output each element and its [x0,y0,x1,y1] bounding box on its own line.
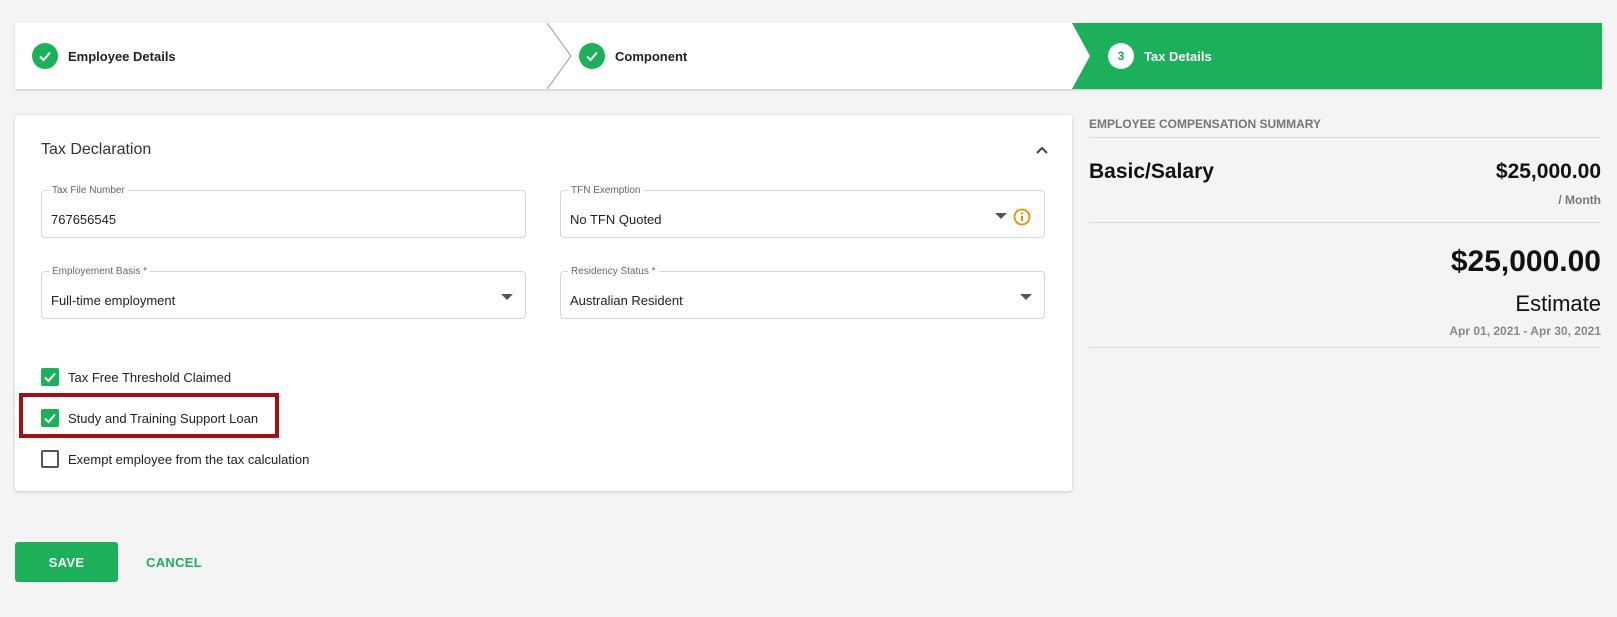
total-amount: $25,000.00 [1450,245,1601,278]
residency-status-value: Australian Resident [570,293,683,308]
summary-row-amount: $25,000.00 [1495,160,1601,183]
tfn-exemption-value: No TFN Quoted [570,212,662,227]
step-tax-details[interactable]: 3 Tax Details [1108,23,1212,89]
check-icon [44,372,56,383]
chevron-up-icon[interactable] [1033,141,1051,159]
step-label: Employee Details [68,48,176,64]
summary-total: $25,000.00 Estimate Apr 01, 2021 - Apr 3… [1089,223,1601,348]
field-label: Tax File Number [49,185,128,197]
tfn-exemption-select[interactable]: TFN Exemption No TFN Quoted [560,185,1045,238]
card-title: Tax Declaration [41,141,152,158]
summary-row-period: / Month [1558,193,1601,207]
cancel-button[interactable]: CANCEL [140,542,208,582]
field-label: Employement Basis * [49,266,151,278]
step-divider [547,23,572,89]
total-label: Estimate [1515,291,1601,316]
save-button[interactable]: SAVE [15,542,118,582]
summary-row: Basic/Salary $25,000.00 / Month [1089,138,1601,223]
check-icon [32,43,58,69]
compensation-summary: EMPLOYEE COMPENSATION SUMMARY Basic/Sala… [1089,115,1601,348]
step-label: Component [615,48,688,64]
check-icon [579,43,605,69]
field-label: Residency Status * [568,266,659,278]
chevron-down-icon[interactable] [501,294,513,300]
exempt-tax-calculation-checkbox-row[interactable]: Exempt employee from the tax calculation [41,449,309,469]
employment-basis-value: Full-time employment [51,293,176,308]
highlight-box [19,393,279,438]
step-employee-details[interactable]: Employee Details [32,23,176,89]
info-icon[interactable] [1013,208,1031,226]
tax-file-number-field[interactable]: Tax File Number 767656545 [41,185,526,238]
chevron-down-icon[interactable] [1020,294,1032,300]
chevron-down-icon[interactable] [995,213,1007,219]
step-number: 3 [1108,43,1134,69]
checkbox-checked[interactable] [41,368,59,386]
tax-file-number-value: 767656545 [51,212,117,227]
total-date-range: Apr 01, 2021 - Apr 30, 2021 [1449,324,1601,338]
summary-heading: EMPLOYEE COMPENSATION SUMMARY [1089,115,1601,138]
employment-basis-select[interactable]: Employement Basis * Full-time employment [41,266,526,319]
tax-free-threshold-checkbox-row[interactable]: Tax Free Threshold Claimed [41,367,231,387]
checkbox-unchecked[interactable] [41,450,59,468]
step-component[interactable]: Component [579,23,687,89]
residency-status-select[interactable]: Residency Status * Australian Resident [560,266,1045,319]
field-label: TFN Exemption [568,185,644,197]
checkbox-label: Tax Free Threshold Claimed [68,369,232,385]
step-label: Tax Details [1144,48,1212,64]
summary-row-label: Basic/Salary [1089,160,1214,183]
stepper: Employee Details Component 3 Tax Details [15,23,1602,89]
checkbox-label: Exempt employee from the tax calculation [68,451,310,467]
